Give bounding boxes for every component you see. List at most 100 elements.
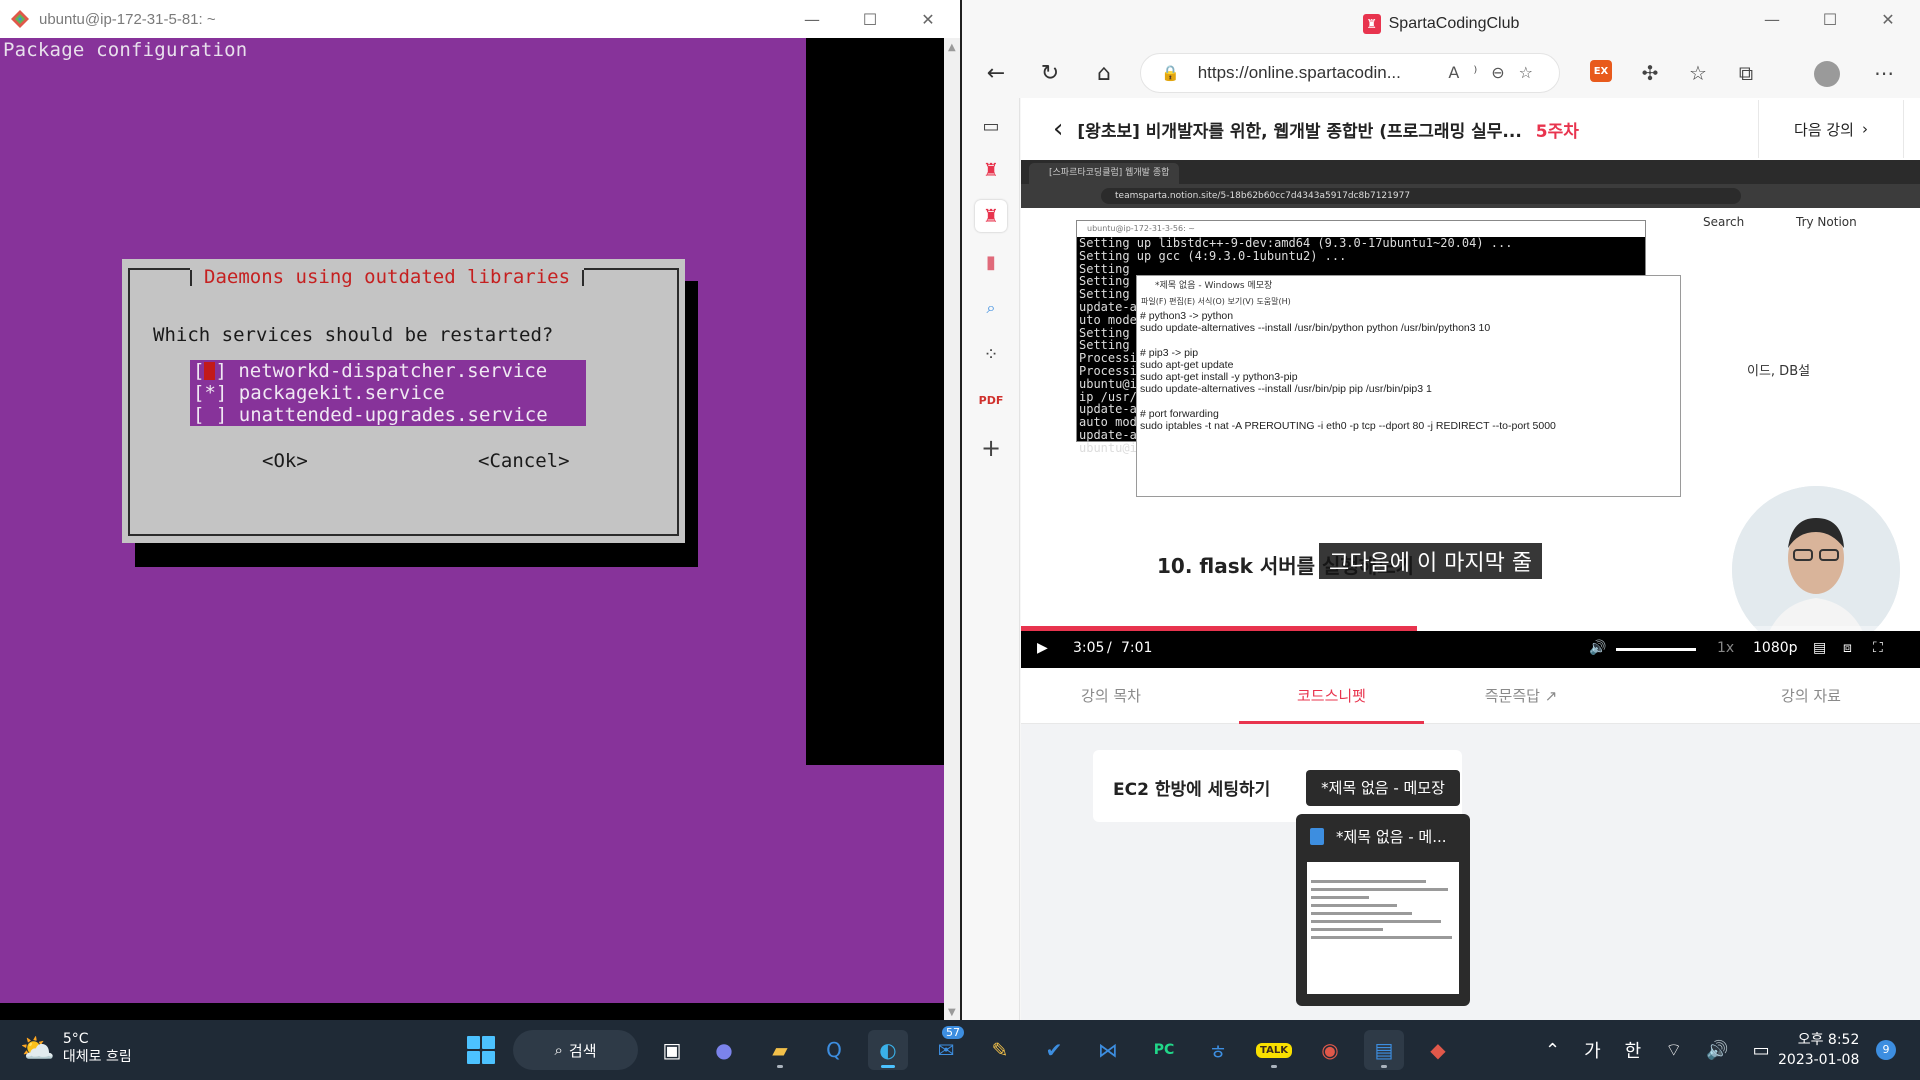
service-item[interactable]: [ ] unattended-upgrades.service xyxy=(190,404,586,426)
taskbar-search[interactable]: ⌕ 검색 xyxy=(513,1030,638,1070)
pdf-tab-icon[interactable]: PDF xyxy=(975,384,1007,416)
pip-icon[interactable]: ⧈ xyxy=(1843,640,1852,656)
notepad-preview-thumbnail xyxy=(1307,862,1459,994)
service-label: unattended-upgrades.service xyxy=(238,404,548,426)
tab-actions-icon[interactable]: ▭ xyxy=(975,110,1007,142)
start-button[interactable] xyxy=(467,1036,495,1064)
teams-chat-icon[interactable]: ● xyxy=(704,1030,744,1070)
scroll-down-icon[interactable]: ▼ xyxy=(948,1007,956,1018)
volume-slider[interactable] xyxy=(1616,648,1696,651)
tab-materials[interactable]: 강의 자료 xyxy=(1741,668,1881,724)
pycharm-icon[interactable]: PC xyxy=(1144,1030,1184,1070)
outdated-libraries-dialog: Daemons using outdated libraries Which s… xyxy=(122,259,685,543)
kakaotalk-icon[interactable]: TALK xyxy=(1254,1030,1294,1070)
notepad-taskbar-icon[interactable]: ▤ xyxy=(1364,1030,1404,1070)
maximize-button[interactable]: ☐ xyxy=(1802,0,1858,38)
weather-widget[interactable]: ⛅ 5°C 대체로 흐림 xyxy=(20,1030,132,1066)
time-current: 3:05 xyxy=(1073,640,1105,656)
task-view-icon[interactable]: ▣ xyxy=(652,1030,692,1070)
maximize-button[interactable]: ☐ xyxy=(842,0,898,38)
file-explorer-icon[interactable]: ▰ xyxy=(760,1030,800,1070)
ime-language[interactable]: 가 xyxy=(1584,1037,1601,1063)
refresh-icon[interactable]: ↻ xyxy=(1030,53,1070,93)
terminal-window[interactable]: ubuntu@ip-172-31-5-81: ~ — ☐ ✕ Package c… xyxy=(0,0,960,1020)
search-sidebar-icon[interactable]: ⌕ xyxy=(975,292,1007,324)
home-icon[interactable]: ⌂ xyxy=(1084,53,1124,93)
pencil-app-icon[interactable]: ✎ xyxy=(980,1030,1020,1070)
clock-date: 2023-01-08 xyxy=(1778,1052,1860,1068)
terminal-body[interactable]: Package configuration Daemons using outd… xyxy=(0,38,944,1020)
apps-dots-icon[interactable]: ⁘ xyxy=(975,338,1007,370)
service-item[interactable]: [*] packagekit.service xyxy=(190,382,586,404)
playback-speed[interactable]: 1x xyxy=(1717,640,1734,656)
ime-mode[interactable]: 한 xyxy=(1625,1037,1642,1063)
service-checkbox[interactable]: [ ] xyxy=(193,404,227,426)
extension-ex-icon[interactable]: EX xyxy=(1590,60,1612,82)
minimize-button[interactable]: — xyxy=(784,0,840,38)
tray-overflow-chevron-icon[interactable]: ⌃ xyxy=(1545,1040,1560,1061)
time-separator: / xyxy=(1107,640,1112,656)
checkbox-cursor[interactable]: [] xyxy=(193,360,227,382)
wifi-icon[interactable]: ⌔ xyxy=(1665,1039,1682,1062)
extensions-puzzle-icon[interactable]: ✣ xyxy=(1630,53,1670,93)
back-chevron-icon[interactable]: ‹ xyxy=(1053,114,1063,144)
todo-check-icon[interactable]: ✔ xyxy=(1034,1030,1074,1070)
video-player[interactable]: [스파르타코딩클럽] 웹개발 종합 teamsparta.notion.site… xyxy=(1021,160,1920,668)
subtitles-icon[interactable]: ▤ xyxy=(1813,640,1826,656)
play-icon[interactable]: ▶ xyxy=(1037,640,1048,656)
notification-badge[interactable]: 9 xyxy=(1876,1040,1896,1060)
quality-label[interactable]: 1080p xyxy=(1753,640,1798,656)
scroll-up-icon[interactable]: ▲ xyxy=(948,42,956,53)
ok-button[interactable]: <Ok> xyxy=(262,450,308,472)
more-menu-icon[interactable]: ⋯ xyxy=(1864,53,1904,93)
volume-icon[interactable]: 🔊 xyxy=(1706,1040,1728,1061)
cancel-button[interactable]: <Cancel> xyxy=(478,450,570,472)
services-checklist[interactable]: [] networkd-dispatcher.service [*] packa… xyxy=(190,360,586,426)
terminal-titlebar[interactable]: ubuntu@ip-172-31-5-81: ~ — ☐ ✕ xyxy=(0,0,960,38)
notepad-taskbar-preview[interactable]: *제목 없음 - 메... xyxy=(1296,814,1470,1006)
profile-avatar[interactable] xyxy=(1814,61,1840,87)
terminal-scrollbar[interactable]: ▲ ▼ xyxy=(944,38,960,1020)
favorites-icon[interactable]: ☆ xyxy=(1678,53,1718,93)
battery-icon[interactable]: ▭ xyxy=(1753,1040,1770,1061)
collections-icon[interactable]: ⧉ xyxy=(1726,53,1766,93)
sparta-active-tab-icon[interactable]: ♜ xyxy=(975,200,1007,232)
edge-browser-icon[interactable]: ◐ xyxy=(868,1030,908,1070)
fullscreen-icon[interactable]: ⛶ xyxy=(1873,640,1883,656)
sparta-tab-icon[interactable]: ♜ xyxy=(975,154,1007,186)
app-q-icon[interactable]: Q xyxy=(814,1030,854,1070)
tab-instant-qa[interactable]: 즉문즉답 ↗ xyxy=(1441,668,1601,724)
lesson-tabs: 강의 목차 코드스니펫 즉문즉답 ↗ 강의 자료 xyxy=(1021,668,1920,724)
add-tab-icon[interactable]: + xyxy=(975,432,1007,464)
course-page: ‹ [왕초보] 비개발자를 위한, 웹개발 종합반 (프로그래밍 실무... 5… xyxy=(1021,98,1920,1020)
video-notepad-menu: 파일(F) 편집(E) 서식(O) 보기(V) 도움말(H) xyxy=(1141,297,1291,306)
browser-sidebar: ▭ ♜ ♜ ▮ ⌕ ⁘ PDF + xyxy=(962,98,1020,1020)
vscode-icon[interactable]: ⋈ xyxy=(1088,1030,1128,1070)
video-chrome-url: teamsparta.notion.site/5-18b62b60cc7d434… xyxy=(1101,188,1741,204)
dialog-question: Which services should be restarted? xyxy=(153,324,554,346)
windows-logo-pane xyxy=(467,1051,480,1064)
lock-icon[interactable]: 🔒 xyxy=(1161,64,1180,82)
video-notepad-title: *제목 없음 - Windows 메모장 xyxy=(1155,281,1273,291)
hangul-icon[interactable]: ㅎ xyxy=(1198,1030,1238,1070)
close-button[interactable]: ✕ xyxy=(900,0,956,38)
address-bar[interactable]: 🔒 https://online.spartacodin... A⁾⊖☆ xyxy=(1140,53,1560,93)
address-url[interactable]: https://online.spartacodin... xyxy=(1198,63,1401,83)
chrome-icon[interactable]: ◉ xyxy=(1310,1030,1350,1070)
back-arrow-icon[interactable]: ← xyxy=(976,53,1016,93)
browser-titlebar[interactable]: ♜ SpartaCodingClub — ☐ ✕ xyxy=(962,0,1920,48)
volume-icon[interactable]: 🔊 xyxy=(1589,640,1606,656)
weather-desc: 대체로 흐림 xyxy=(62,1049,132,1065)
read-aloud-zoom-favorite-icons[interactable]: A⁾⊖☆ xyxy=(1448,63,1547,82)
package-configuration-header: Package configuration xyxy=(3,39,248,61)
close-button[interactable]: ✕ xyxy=(1860,0,1916,38)
tab-code-snippets[interactable]: 코드스니펫 xyxy=(1239,668,1424,724)
service-item[interactable]: [] networkd-dispatcher.service xyxy=(190,360,586,382)
git-icon[interactable]: ◆ xyxy=(1418,1030,1458,1070)
tab-table-of-contents[interactable]: 강의 목차 xyxy=(1041,668,1181,724)
bookmark-tab-icon[interactable]: ▮ xyxy=(975,246,1007,278)
service-checkbox[interactable]: [*] xyxy=(193,382,227,404)
clock[interactable]: 오후 8:52 2023-01-08 xyxy=(1778,1030,1859,1070)
minimize-button[interactable]: — xyxy=(1744,0,1800,38)
next-lesson-button[interactable]: 다음 강의 › xyxy=(1758,100,1904,158)
